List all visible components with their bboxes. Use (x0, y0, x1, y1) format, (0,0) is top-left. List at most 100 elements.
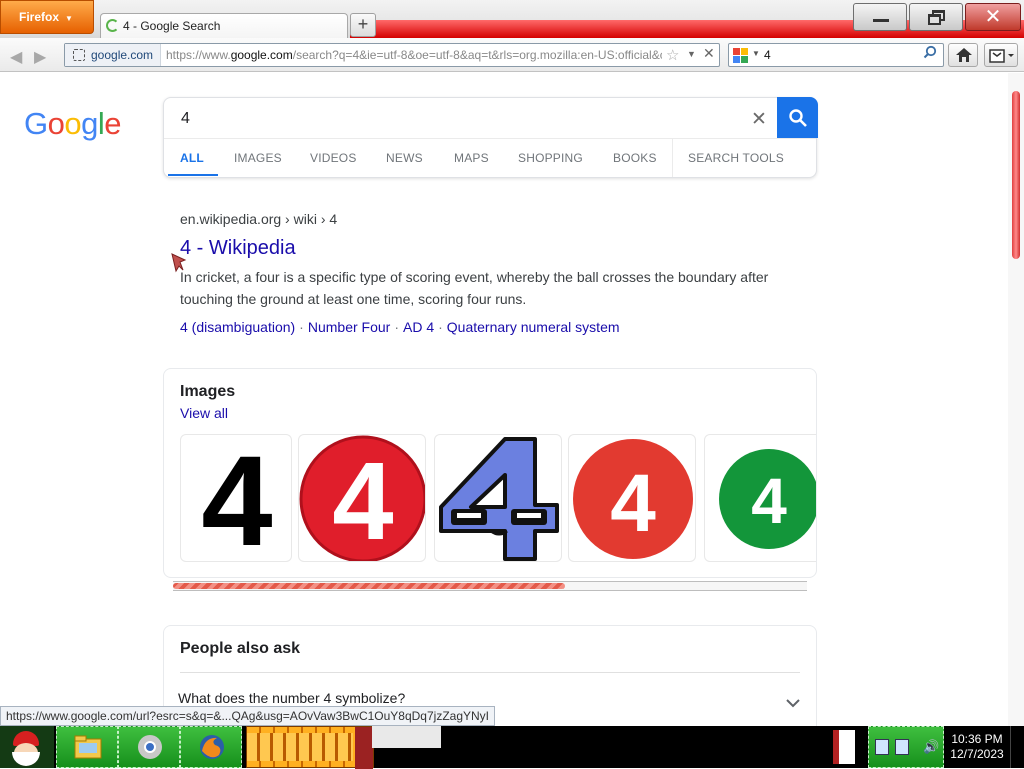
green-disc-four-thumbnail[interactable]: 4 (704, 434, 816, 562)
images-panel: Images View all 4 4 4 4 (163, 368, 817, 578)
address-bar[interactable]: google.com https://www.google.com/search… (64, 43, 720, 67)
app-stack-icon (247, 733, 353, 761)
mouse-cursor-icon (171, 253, 187, 273)
sitelink[interactable]: 4 (disambiguation) (180, 319, 295, 335)
taskbar-explorer-button[interactable] (56, 726, 118, 768)
tab-shopping[interactable]: SHOPPING (518, 151, 583, 165)
svg-text:4: 4 (610, 458, 656, 549)
home-button[interactable] (948, 43, 978, 67)
images-heading: Images (180, 383, 236, 400)
minimize-button[interactable] (853, 3, 907, 31)
logo-letter: g (81, 106, 98, 141)
show-desktop-button[interactable] (1010, 726, 1024, 768)
folder-icon (74, 735, 102, 759)
page-scrollbar[interactable] (1008, 73, 1024, 726)
tab-title: 4 - Google Search (123, 19, 221, 33)
url-text[interactable]: https://www.google.com/search?q=4&ie=utf… (166, 44, 662, 66)
tab-news[interactable]: NEWS (386, 151, 423, 165)
status-link-preview: https://www.google.com/url?esrc=s&q=&...… (0, 706, 496, 726)
back-arrow-icon[interactable]: ◀ (10, 47, 22, 67)
clock-date: 12/7/2023 (950, 747, 1004, 761)
google-logo[interactable]: Google (24, 106, 122, 142)
search-input[interactable]: 4 (181, 110, 190, 128)
url-prefix: https://www. (166, 48, 231, 62)
page-content: Google 4 ✕ ALL IMAGES VIDEOS NEWS MAPS S… (0, 73, 1008, 726)
firefox-menu-button[interactable]: Firefox ▼ (0, 0, 94, 34)
tray-flag-icon[interactable] (875, 739, 889, 755)
firefox-icon (200, 735, 224, 759)
taskbar-chrome-button[interactable] (118, 726, 180, 768)
tab-all[interactable]: ALL (180, 151, 204, 165)
search-tabs: ALL IMAGES VIDEOS NEWS MAPS SHOPPING BOO… (164, 139, 816, 177)
browser-search-input[interactable]: 4 (764, 44, 771, 66)
logo-letter: G (24, 106, 48, 141)
stop-icon[interactable]: ✕ (703, 45, 715, 62)
action-center-flag-icon[interactable] (833, 730, 855, 764)
question-item[interactable]: What does the number 4 symbolize? (178, 690, 405, 706)
blue-character-four-thumbnail[interactable] (434, 434, 562, 562)
result-breadcrumb[interactable]: en.wikipedia.org › wiki › 4 (180, 211, 337, 227)
tab-search-tools[interactable]: SEARCH TOOLS (688, 151, 784, 165)
search-button[interactable] (777, 97, 818, 138)
santa-beard-icon (12, 752, 40, 766)
site-identity-icon (73, 49, 85, 61)
black-four-thumbnail[interactable]: 4 (180, 434, 292, 562)
clock-time: 10:36 PM (951, 732, 1003, 746)
active-tab-indicator (168, 174, 218, 176)
addon-bar-button[interactable] (984, 43, 1018, 67)
navigation-toolbar: ◀ ▶ google.com https://www.google.com/se… (0, 38, 1024, 72)
loading-spinner-icon (106, 19, 119, 32)
window-title-bar: Firefox ▼ 4 - Google Search + ✕ (0, 0, 1024, 39)
red-disc-four-thumbnail[interactable]: 4 (568, 434, 696, 562)
images-horizontal-scrollbar[interactable] (173, 581, 807, 591)
google-search-box: 4 ✕ ALL IMAGES VIDEOS NEWS MAPS SHOPPING… (163, 97, 818, 178)
svg-text:4: 4 (201, 435, 272, 562)
url-path: /search?q=4&ie=utf-8&oe=utf-8&aq=t&rls=o… (292, 48, 662, 62)
tray-network-icon[interactable] (895, 739, 909, 755)
divider (180, 672, 800, 673)
separator: · (394, 319, 399, 335)
page-scroll-thumb[interactable] (1012, 91, 1020, 259)
taskbar-blank-area (372, 726, 441, 748)
sitelink[interactable]: Quaternary numeral system (447, 319, 620, 335)
home-icon (956, 48, 972, 62)
tab-maps[interactable]: MAPS (454, 151, 489, 165)
tab-books[interactable]: BOOKS (613, 151, 657, 165)
forward-arrow-icon[interactable]: ▶ (34, 47, 46, 67)
chevron-down-icon[interactable] (786, 698, 800, 708)
taskbar-firefox-button[interactable] (180, 726, 242, 768)
new-tab-button[interactable]: + (350, 13, 376, 37)
engine-dropdown-icon[interactable]: ▼ (752, 49, 760, 58)
restore-button[interactable] (909, 3, 963, 31)
tab-images[interactable]: IMAGES (234, 151, 282, 165)
taskbar-clock[interactable]: 10:36 PM 12/7/2023 (946, 726, 1008, 768)
sitelink[interactable]: AD 4 (403, 319, 434, 335)
taskbar-app-button[interactable] (246, 726, 374, 769)
people-also-ask-heading: People also ask (180, 640, 301, 657)
browser-search-bar[interactable]: ▼ 4 (728, 43, 944, 67)
url-history-dropdown-icon[interactable]: ▼ (687, 49, 696, 59)
svg-text:4: 4 (751, 465, 787, 537)
images-scroll-thumb[interactable] (173, 583, 565, 589)
restore-icon-back (928, 14, 941, 25)
close-window-button[interactable]: ✕ (965, 3, 1021, 31)
start-button[interactable] (0, 726, 54, 768)
separator: · (299, 319, 304, 335)
volume-icon[interactable]: 🔊 (923, 739, 939, 755)
minimize-icon (873, 19, 889, 22)
result-title-link[interactable]: 4 - Wikipedia (180, 237, 296, 260)
system-tray[interactable]: 🔊 (868, 726, 944, 768)
magnifier-icon[interactable] (923, 45, 937, 62)
sitelink[interactable]: Number Four (308, 319, 390, 335)
clear-icon[interactable]: ✕ (751, 108, 767, 131)
google-engine-icon[interactable] (733, 48, 748, 63)
tab-videos[interactable]: VIDEOS (310, 151, 357, 165)
close-icon: ✕ (984, 6, 1002, 28)
bookmark-star-icon[interactable]: ☆ (666, 46, 679, 64)
view-all-images-link[interactable]: View all (180, 405, 228, 421)
site-identity-label: google.com (91, 48, 154, 62)
chevron-down-icon: ▼ (65, 14, 73, 23)
site-identity-button[interactable]: google.com (65, 44, 161, 66)
browser-tab[interactable]: 4 - Google Search (100, 13, 348, 39)
red-circle-four-thumbnail[interactable]: 4 (298, 434, 426, 562)
